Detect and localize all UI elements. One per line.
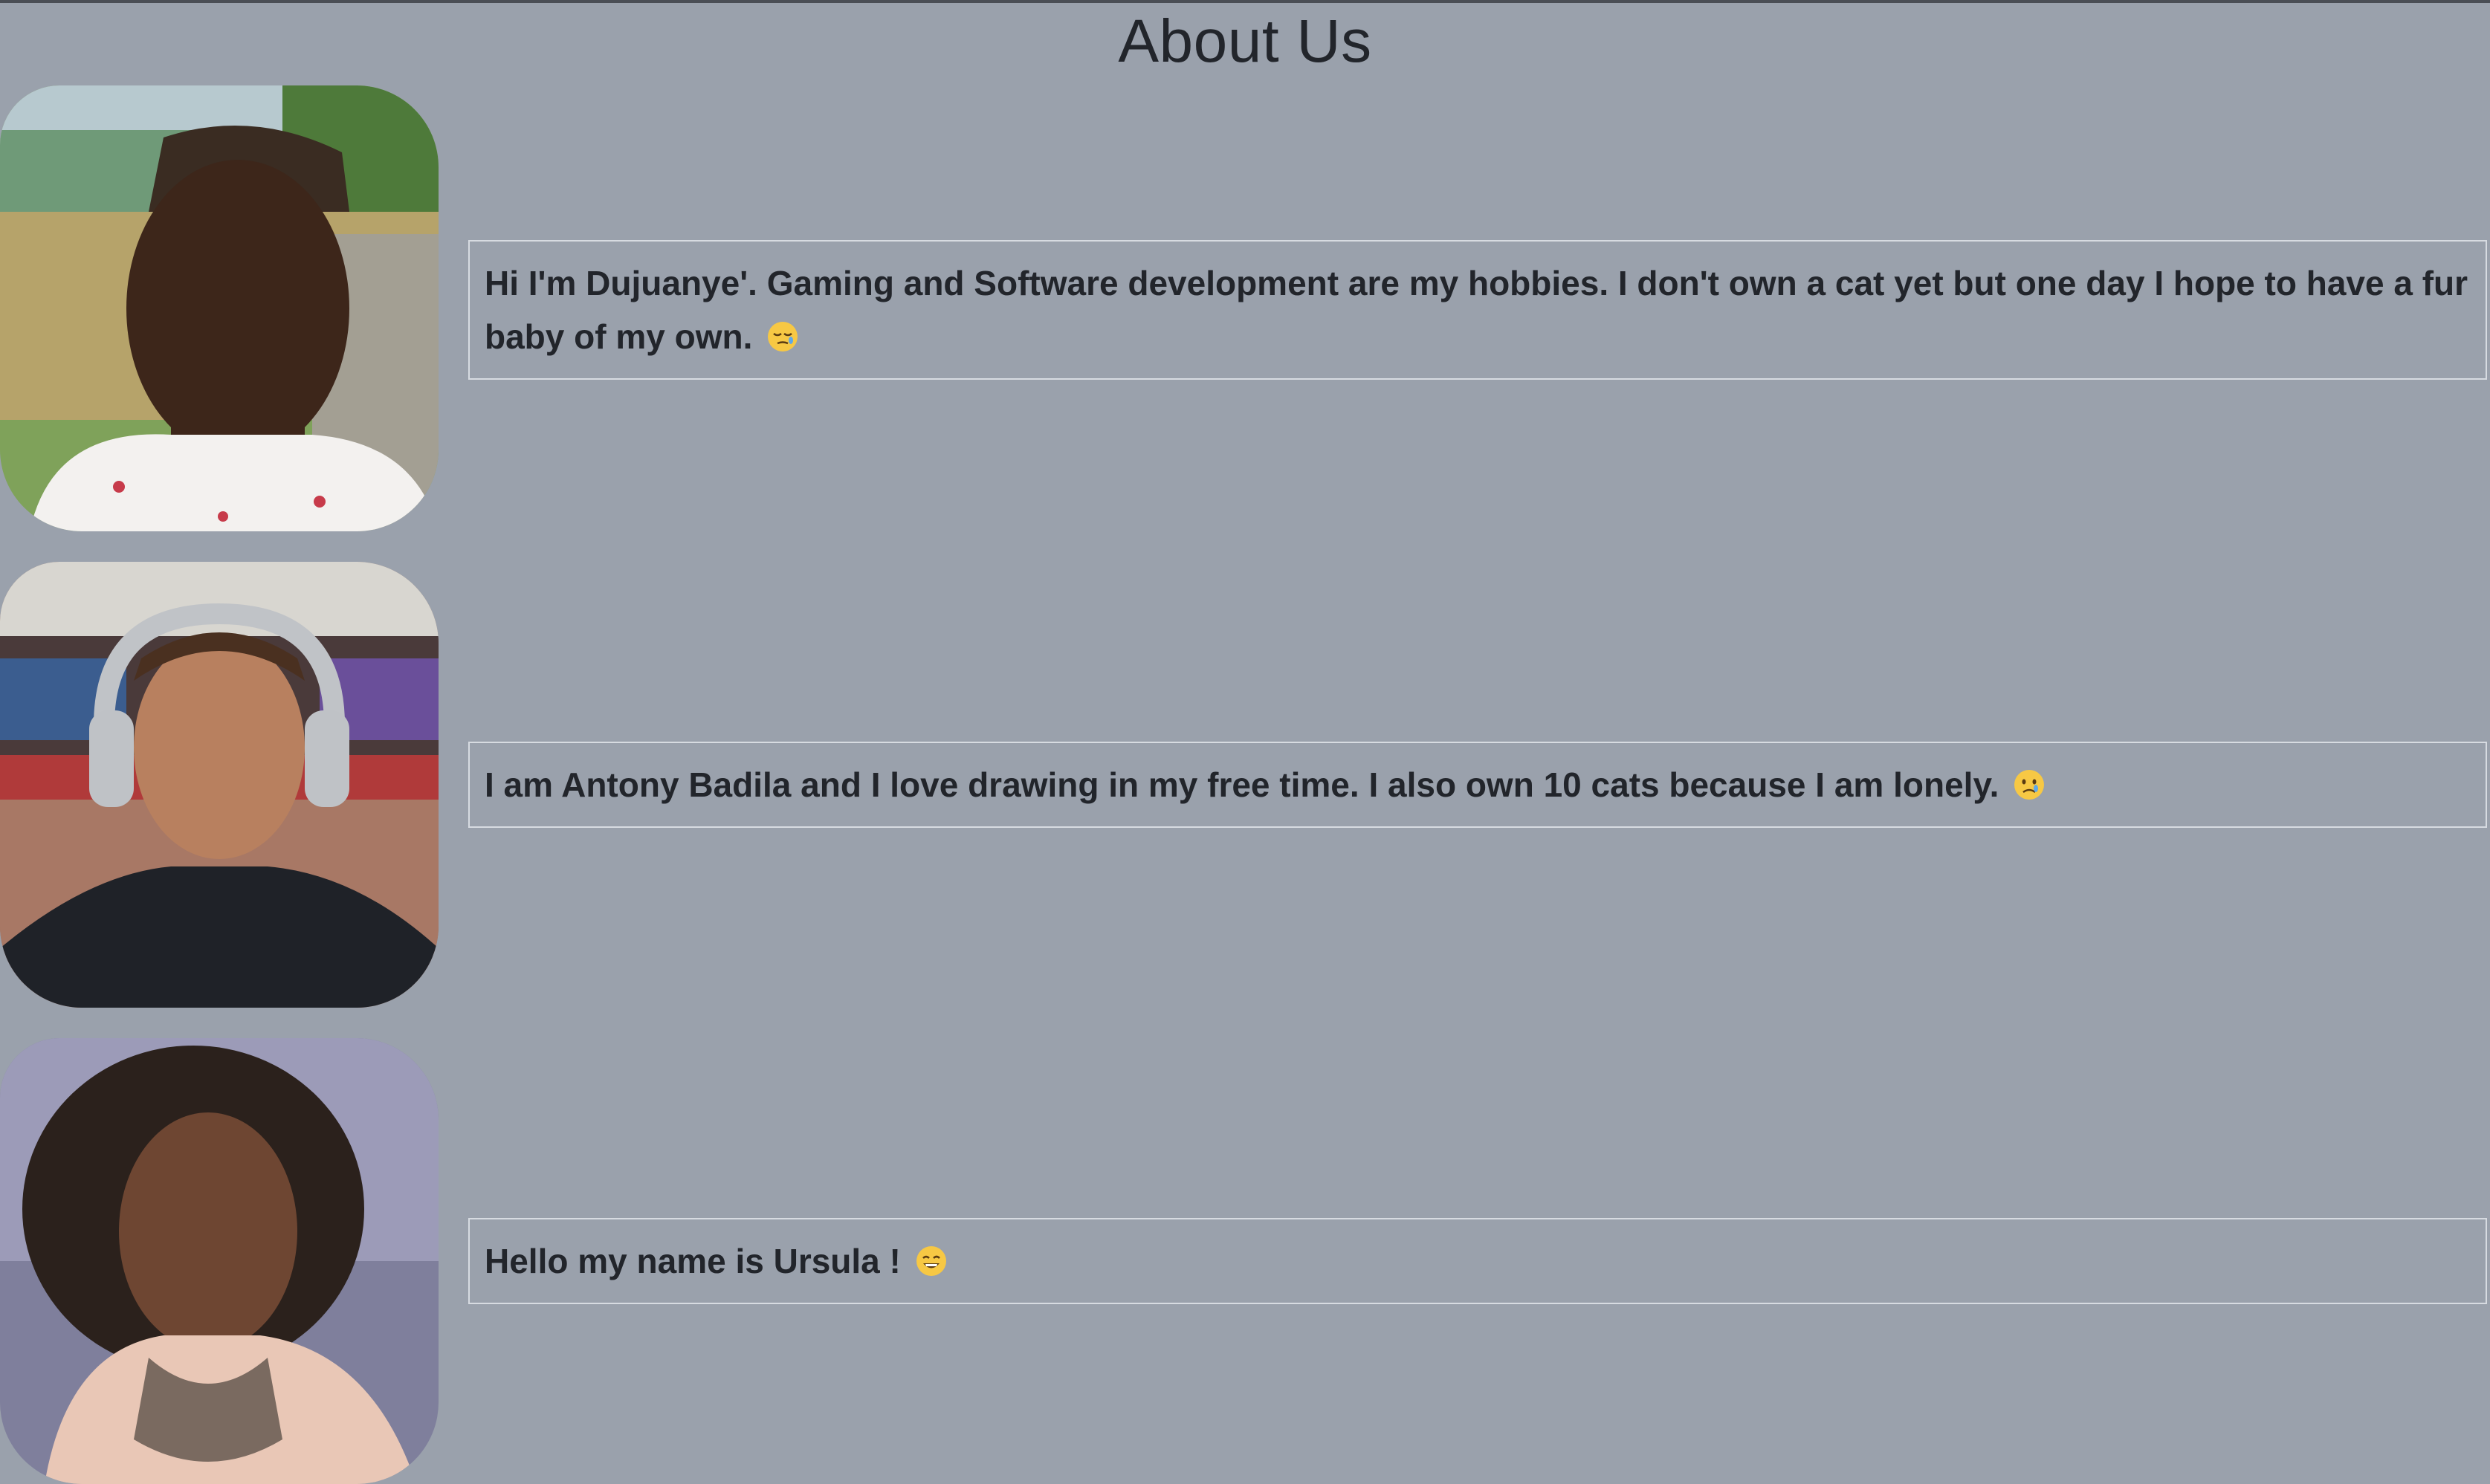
member-card-ursula: Hello my name is Ursula !: [0, 1038, 2490, 1484]
bio-text: I am Antony Badila and I love drawing in…: [485, 765, 1999, 804]
top-border: [0, 0, 2490, 3]
avatar-photo-dujuanye: [0, 85, 439, 531]
grinning-face-icon: [915, 1239, 948, 1276]
member-card-antony: I am Antony Badila and I love drawing in…: [0, 562, 2490, 1008]
avatar-photo-antony: [0, 562, 439, 1008]
bio-text: Hello my name is Ursula !: [485, 1242, 901, 1280]
bio-box-antony: I am Antony Badila and I love drawing in…: [468, 742, 2487, 828]
avatar-photo-ursula: [0, 1038, 439, 1484]
bio-box-ursula: Hello my name is Ursula !: [468, 1218, 2487, 1304]
sleepy-face-icon: [766, 314, 799, 351]
crying-face-icon: [2013, 762, 2046, 800]
member-card-dujuanye: Hi I'm Dujuanye'. Gaming and Software de…: [0, 85, 2490, 531]
page-title: About Us: [1118, 7, 1372, 75]
bio-box-dujuanye: Hi I'm Dujuanye'. Gaming and Software de…: [468, 240, 2487, 380]
